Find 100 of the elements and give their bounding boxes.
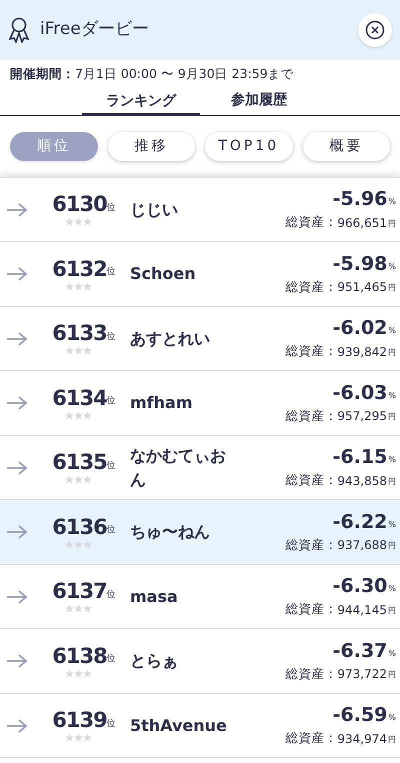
user-name: mfham <box>130 392 194 414</box>
asset-label: 総資産： <box>285 278 338 296</box>
app-title: iFreeダービー <box>40 18 149 42</box>
rank-unit: 位 <box>106 524 116 537</box>
asset-label: 総資産： <box>285 536 338 554</box>
arrow-right-icon <box>6 332 28 346</box>
star-icon <box>64 217 74 226</box>
asset-value: 944,145 <box>337 602 387 619</box>
percent-unit: % <box>388 454 396 466</box>
user-name: じじい <box>130 198 179 220</box>
percent-unit: % <box>388 518 396 531</box>
filter-button[interactable]: TOP10 <box>205 132 292 161</box>
ranking-row[interactable]: 6135位 なかむてぃおん -6.15% 総資産：943,858 円 <box>0 436 400 500</box>
rank-unit: 位 <box>106 202 116 214</box>
asset-value: 934,974 <box>337 730 387 748</box>
tab[interactable]: ランキング <box>82 90 200 116</box>
asset-label: 総資産： <box>285 471 338 490</box>
tab[interactable]: 参加履歴 <box>200 90 318 115</box>
asset-label: 総資産： <box>285 342 338 360</box>
return-percent: -6.03 <box>332 380 388 405</box>
star-icon <box>64 475 74 484</box>
close-icon <box>365 20 385 40</box>
percent-unit: % <box>388 196 396 208</box>
rank-number: 6137 <box>52 578 107 604</box>
ranking-row[interactable]: 6134位 mfham -6.03% 総資産：957,295 円 <box>0 371 400 436</box>
ranking-row[interactable]: 6138位 とらぁ -6.37% 総資産：973,722 円 <box>0 629 400 694</box>
rank-unit: 位 <box>106 460 116 472</box>
rank-number: 6134 <box>52 384 107 410</box>
star-icon <box>74 282 82 290</box>
user-name: masa <box>130 586 179 608</box>
yen-unit: 円 <box>388 540 396 552</box>
rank-number: 6130 <box>52 191 107 217</box>
yen-unit: 円 <box>388 476 396 488</box>
return-percent: -6.30 <box>332 574 388 598</box>
ranking-row[interactable]: 6139位 5thAvenue -6.59% 総資産：934,974 円 <box>0 694 400 758</box>
filter-button[interactable]: 推移 <box>108 132 195 161</box>
yen-unit: 円 <box>388 346 396 359</box>
yen-unit: 円 <box>388 669 396 682</box>
asset-value: 951,465 <box>337 279 387 296</box>
arrow-right-icon <box>6 718 28 732</box>
percent-unit: % <box>388 390 396 402</box>
yen-unit: 円 <box>388 734 396 746</box>
rank-number: 6138 <box>52 642 107 668</box>
arrow-right-icon <box>6 590 28 604</box>
asset-value: 937,688 <box>337 537 387 554</box>
rank-number: 6132 <box>52 256 107 282</box>
return-percent: -5.98 <box>332 252 388 276</box>
yen-unit: 円 <box>388 411 396 424</box>
star-icon <box>64 410 74 420</box>
star-icon <box>82 604 92 613</box>
percent-unit: % <box>388 325 396 338</box>
star-icon <box>74 668 82 678</box>
arrow-right-icon <box>6 202 28 216</box>
return-percent: -6.22 <box>332 510 388 534</box>
asset-label: 総資産： <box>285 600 338 618</box>
yen-unit: 円 <box>388 218 396 230</box>
star-icon <box>64 733 74 742</box>
rank-unit: 位 <box>106 330 116 344</box>
star-icon <box>82 540 92 548</box>
return-percent: -6.15 <box>332 445 388 470</box>
return-percent: -5.96 <box>332 187 388 212</box>
user-name: Schoen <box>130 263 197 285</box>
arrow-right-icon <box>6 460 28 474</box>
yen-unit: 円 <box>388 282 396 294</box>
star-icon <box>82 733 92 742</box>
arrow-right-icon <box>6 267 28 281</box>
user-name: なかむてぃおん <box>130 444 227 490</box>
percent-unit: % <box>388 583 396 596</box>
user-name: ちゅ〜ねん <box>130 521 211 543</box>
rank-unit: 位 <box>106 718 116 730</box>
star-icon <box>64 668 74 678</box>
star-icon <box>74 540 82 548</box>
asset-value: 939,842 <box>337 344 387 361</box>
asset-value: 957,295 <box>337 408 387 426</box>
close-button[interactable] <box>358 13 392 47</box>
star-icon <box>82 346 92 355</box>
star-icon <box>82 282 92 290</box>
ranking-row[interactable]: 6136位 ちゅ〜ねん -6.22% 総資産：937,688 円 <box>0 500 400 565</box>
rank-number: 6135 <box>52 449 107 475</box>
star-icon <box>74 346 82 355</box>
star-icon <box>74 733 82 742</box>
percent-unit: % <box>388 712 396 724</box>
star-icon <box>82 410 92 420</box>
return-percent: -6.59 <box>332 703 388 728</box>
asset-label: 総資産： <box>285 213 338 232</box>
rank-unit: 位 <box>106 396 116 408</box>
yen-unit: 円 <box>388 604 396 617</box>
award-icon <box>8 17 30 43</box>
arrow-right-icon <box>6 525 28 539</box>
asset-label: 総資産： <box>285 406 338 425</box>
rank-number: 6133 <box>52 320 107 346</box>
star-icon <box>74 604 82 613</box>
arrow-right-icon <box>6 396 28 410</box>
star-icon <box>74 217 82 226</box>
ranking-row[interactable]: 6132位 Schoen -5.98% 総資産：951,465 円 <box>0 242 400 307</box>
ranking-row[interactable]: 6137位 masa -6.30% 総資産：944,145 円 <box>0 564 400 630</box>
star-icon <box>82 475 92 484</box>
ranking-row[interactable]: 6133位 あすとれい -6.02% 総資産：939,842 円 <box>0 306 400 372</box>
filter-button[interactable]: 概要 <box>302 132 390 161</box>
ranking-row[interactable]: 6130位 じじい -5.96% 総資産：966,651 円 <box>0 178 400 242</box>
